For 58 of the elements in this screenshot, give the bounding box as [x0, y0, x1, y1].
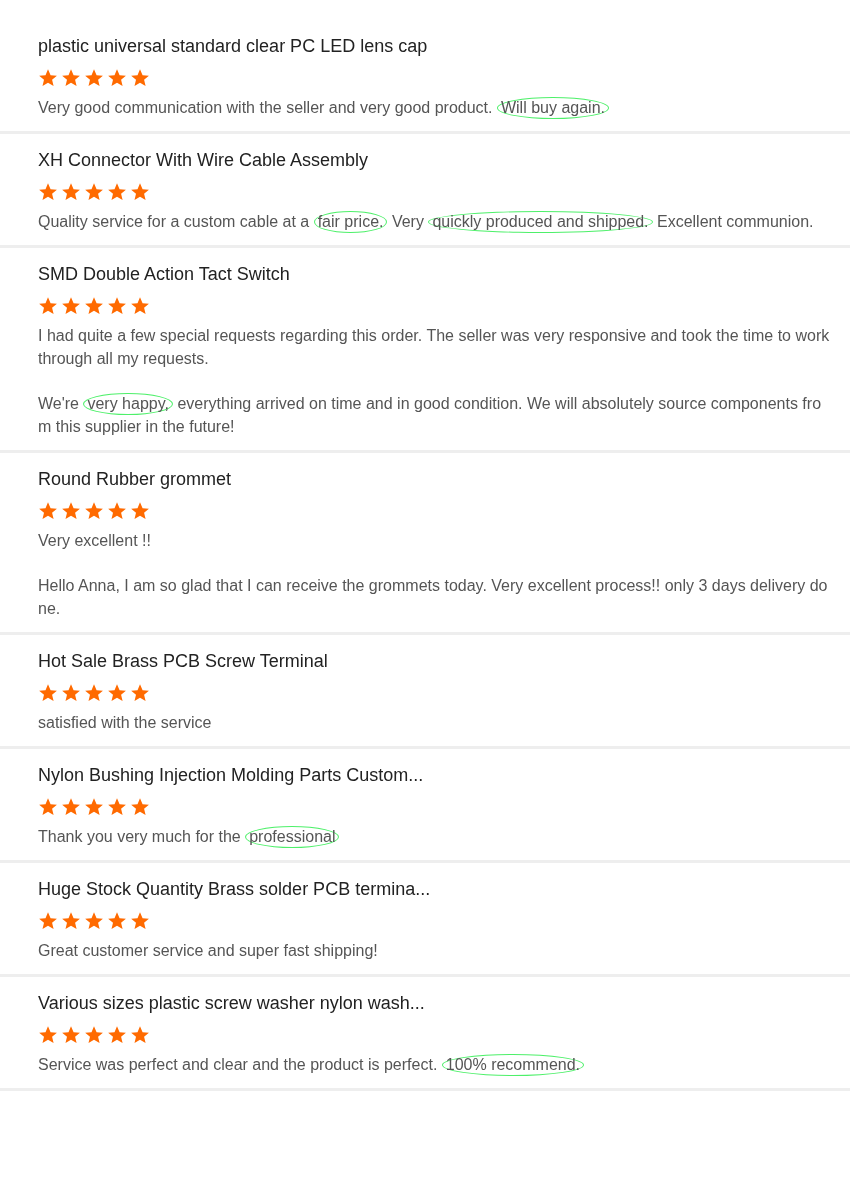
star-icon — [38, 797, 58, 817]
product-title: Hot Sale Brass PCB Screw Terminal — [38, 650, 329, 673]
star-icon — [84, 182, 104, 202]
star-icon — [38, 501, 58, 521]
review-text: Very excellent !! — [38, 531, 152, 551]
star-icon — [84, 797, 104, 817]
review-text: We're very happy, everything arrived on time and in good condition. We will absolutely source components from this supplier in the future! — [38, 392, 823, 437]
star-icon — [38, 1025, 58, 1045]
star-icon — [38, 68, 58, 88]
product-title: XH Connector With Wire Cable Assembly — [38, 149, 370, 172]
product-title: plastic universal standard clear PC LED lens cap — [38, 35, 429, 58]
star-icon — [61, 68, 81, 88]
star-icon — [38, 296, 58, 316]
review-text: Great customer service and super fast shipping! — [38, 941, 379, 961]
star-icon — [107, 68, 127, 88]
review-text: I had quite a few special requests regarding this order. The seller was very responsive and took the time to work through all my requests. — [38, 326, 830, 369]
star-icon — [107, 501, 127, 521]
star-icon — [107, 797, 127, 817]
star-icon — [107, 911, 127, 931]
star-icon — [130, 68, 150, 88]
star-icon — [84, 911, 104, 931]
star-icon — [61, 683, 81, 703]
star-icon — [38, 182, 58, 202]
star-icon — [38, 911, 58, 931]
star-icon — [107, 683, 127, 703]
product-title: SMD Double Action Tact Switch — [38, 263, 291, 286]
star-icon — [130, 296, 150, 316]
star-icon — [61, 182, 81, 202]
star-icon — [61, 296, 81, 316]
star-icon — [107, 1025, 127, 1045]
star-icon — [84, 1025, 104, 1045]
product-title: Huge Stock Quantity Brass solder PCB termina... — [38, 878, 432, 901]
star-icon — [107, 296, 127, 316]
star-icon — [130, 1025, 150, 1045]
star-icon — [130, 683, 150, 703]
star-icon — [130, 911, 150, 931]
review-text: Service was perfect and clear and the product is perfect. 100% recommend. — [38, 1053, 830, 1076]
star-icon — [38, 683, 58, 703]
product-title: Nylon Bushing Injection Molding Parts Custom... — [38, 764, 425, 787]
star-icon — [84, 683, 104, 703]
star-icon — [107, 182, 127, 202]
review-text: Thank you very much for the professional — [38, 825, 830, 848]
review-text: Quality service for a custom cable at a fair price. Very quickly produced and shipped. Excellent communion. — [38, 210, 830, 233]
star-icon — [61, 797, 81, 817]
star-icon — [130, 182, 150, 202]
star-icon — [84, 68, 104, 88]
star-icon — [130, 501, 150, 521]
star-icon — [61, 911, 81, 931]
product-title: Round Rubber grommet — [38, 468, 233, 491]
star-icon — [130, 797, 150, 817]
review-text: satisfied with the service — [38, 713, 213, 733]
star-icon — [84, 501, 104, 521]
review-text: Hello Anna, I am so glad that I can receive the grommets today. Very excellent process!! only 3 days delivery done. — [38, 576, 829, 619]
star-icon — [84, 296, 104, 316]
star-icon — [61, 501, 81, 521]
review-text: Very good communication with the seller and very good product. Will buy again. — [38, 96, 830, 119]
star-icon — [61, 1025, 81, 1045]
product-title: Various sizes plastic screw washer nylon wash... — [38, 992, 426, 1015]
